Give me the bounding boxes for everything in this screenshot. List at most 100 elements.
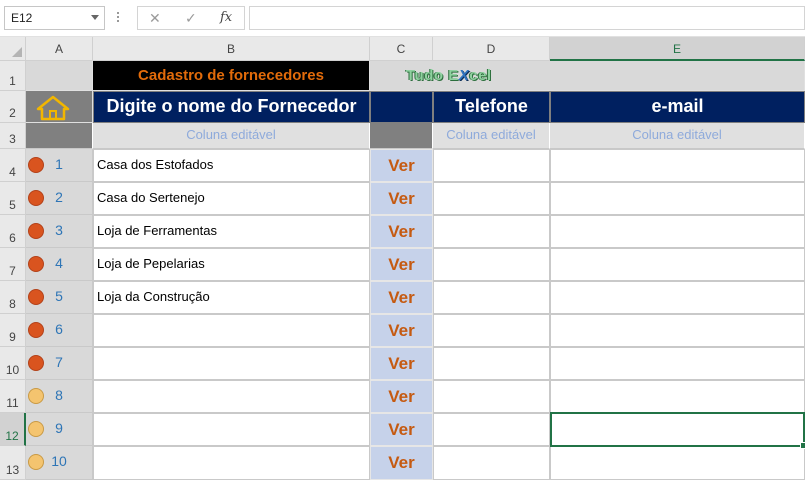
editable-note-phone[interactable]: Coluna editável [433, 123, 550, 149]
status-cell[interactable]: 5 [26, 281, 93, 314]
formula-input[interactable] [249, 6, 805, 30]
row-header-8[interactable]: 8 [0, 281, 26, 314]
row-number: 3 [9, 132, 16, 146]
column-header-a[interactable]: A [26, 37, 93, 61]
home-button[interactable] [26, 91, 93, 123]
column-header-d[interactable]: D [433, 37, 550, 61]
supplier-name-cell[interactable]: Loja de Pepelarias [93, 248, 370, 281]
ver-button[interactable]: Ver [370, 149, 433, 182]
row-header-7[interactable]: 7 [0, 248, 26, 281]
status-cell[interactable]: 3 [26, 215, 93, 248]
supplier-name-cell[interactable] [93, 380, 370, 413]
cancel-icon[interactable]: ✕ [149, 10, 161, 27]
row-header-12[interactable]: 12 [0, 413, 26, 446]
ver-button[interactable]: Ver [370, 347, 433, 380]
header-ver-column[interactable] [370, 91, 433, 123]
row-header-4[interactable]: 4 [0, 149, 26, 182]
ver-button[interactable]: Ver [370, 413, 433, 446]
supplier-name-cell[interactable] [93, 314, 370, 347]
supplier-name-cell[interactable]: Casa do Sertenejo [93, 182, 370, 215]
email-cell[interactable] [550, 446, 805, 480]
header-supplier-name[interactable]: Digite o nome do Fornecedor [93, 91, 370, 123]
cell-a3[interactable] [26, 123, 93, 149]
status-cell[interactable]: 9 [26, 413, 93, 446]
status-cell[interactable]: 4 [26, 248, 93, 281]
row-number: 9 [9, 330, 16, 344]
logo-text-end: cel [469, 67, 492, 84]
email-cell[interactable] [550, 281, 805, 314]
row-header-11[interactable]: 11 [0, 380, 26, 413]
row-header-2[interactable]: 2 [0, 91, 26, 123]
phone-cell[interactable] [433, 182, 550, 215]
name-box[interactable]: E12 [4, 6, 105, 30]
email-cell[interactable] [550, 347, 805, 380]
ver-button[interactable]: Ver [370, 215, 433, 248]
email-cell[interactable] [550, 380, 805, 413]
editable-note-name[interactable]: Coluna editável [93, 123, 370, 149]
ver-button[interactable]: Ver [370, 281, 433, 314]
email-cell[interactable] [550, 149, 805, 182]
row-header-1[interactable]: 1 [0, 61, 26, 91]
header-phone[interactable]: Telefone [433, 91, 550, 123]
editable-note-email[interactable]: Coluna editável [550, 123, 805, 149]
row-header-6[interactable]: 6 [0, 215, 26, 248]
cell-a1[interactable] [26, 61, 93, 91]
insert-function-button[interactable]: fx [220, 10, 232, 25]
row-header-10[interactable]: 10 [0, 347, 26, 380]
email-cell[interactable] [550, 314, 805, 347]
selected-cell-e12[interactable] [550, 412, 805, 449]
supplier-name-cell[interactable]: Loja de Ferramentas [93, 215, 370, 248]
ver-button[interactable]: Ver [370, 446, 433, 480]
column-header-e[interactable]: E [550, 37, 805, 61]
header-email[interactable]: e-mail [550, 91, 805, 123]
chevron-down-icon[interactable] [91, 15, 99, 20]
email-cell[interactable] [550, 248, 805, 281]
cell-c3[interactable] [370, 123, 433, 149]
row-header-3[interactable]: 3 [0, 123, 26, 149]
status-cell[interactable]: 6 [26, 314, 93, 347]
status-cell[interactable]: 7 [26, 347, 93, 380]
supplier-name-cell[interactable]: Loja da Construção [93, 281, 370, 314]
home-icon[interactable] [36, 95, 70, 121]
row-header-5[interactable]: 5 [0, 182, 26, 215]
phone-cell[interactable] [433, 380, 550, 413]
row-header-13[interactable]: 13 [0, 446, 26, 480]
record-number: 6 [55, 321, 63, 337]
cell-e1[interactable] [550, 61, 805, 91]
phone-cell[interactable] [433, 215, 550, 248]
ver-button[interactable]: Ver [370, 248, 433, 281]
column-header-b[interactable]: B [93, 37, 370, 61]
email-cell[interactable] [550, 215, 805, 248]
phone-cell[interactable] [433, 347, 550, 380]
supplier-name-cell[interactable]: Casa dos Estofados [93, 149, 370, 182]
ver-button[interactable]: Ver [370, 380, 433, 413]
row-number: 13 [5, 463, 20, 477]
status-dot-icon [28, 223, 44, 239]
status-cell[interactable]: 2 [26, 182, 93, 215]
ver-button[interactable]: Ver [370, 314, 433, 347]
phone-cell[interactable] [433, 149, 550, 182]
status-cell[interactable]: 10 [26, 446, 93, 480]
phone-cell[interactable] [433, 281, 550, 314]
status-dot-icon [28, 157, 44, 173]
status-cell[interactable]: 8 [26, 380, 93, 413]
select-all-button[interactable] [0, 37, 26, 61]
name-box-value: E12 [11, 11, 33, 25]
phone-cell[interactable] [433, 314, 550, 347]
phone-cell[interactable] [433, 248, 550, 281]
record-number: 4 [55, 255, 63, 271]
sheet-title[interactable]: Cadastro de fornecedores [93, 61, 370, 91]
ver-button[interactable]: Ver [370, 182, 433, 215]
email-cell[interactable] [550, 182, 805, 215]
status-cell[interactable]: 1 [26, 149, 93, 182]
supplier-name-cell[interactable] [93, 446, 370, 480]
row-header-9[interactable]: 9 [0, 314, 26, 347]
supplier-name-cell[interactable] [93, 347, 370, 380]
phone-cell[interactable] [433, 413, 550, 446]
supplier-name-cell[interactable] [93, 413, 370, 446]
row-number: 4 [9, 165, 16, 179]
phone-cell[interactable] [433, 446, 550, 480]
drag-handle-icon[interactable] [116, 10, 120, 26]
enter-icon[interactable]: ✓ [185, 10, 197, 27]
column-header-c[interactable]: C [370, 37, 433, 61]
